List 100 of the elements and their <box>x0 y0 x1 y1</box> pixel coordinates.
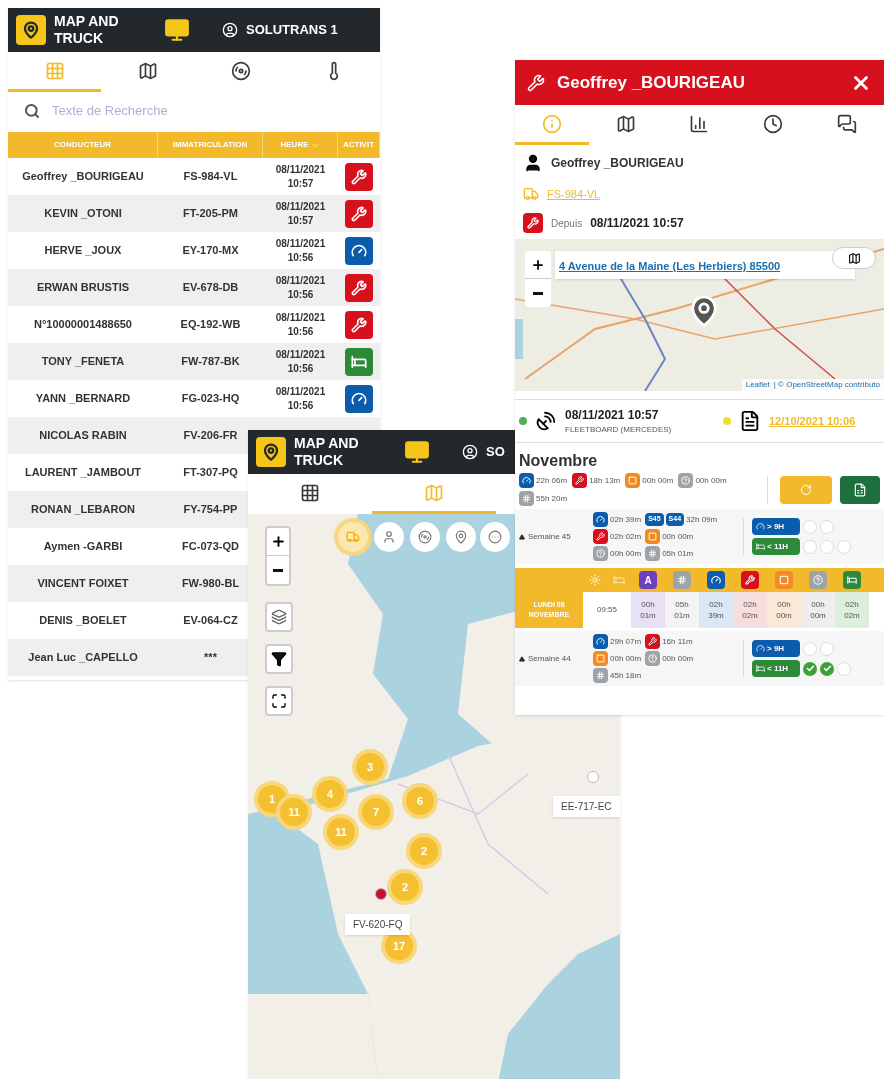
user-icon[interactable] <box>462 444 478 460</box>
wrench-icon <box>345 273 373 302</box>
duration-cell: 00h 00m <box>767 592 801 628</box>
cluster-marker[interactable]: 7 <box>362 798 390 826</box>
table-cell: 08/11/2021 10:56 <box>275 310 326 339</box>
cluster-marker[interactable]: 11 <box>327 818 355 846</box>
vehicle-label[interactable]: FV-620-FQ <box>345 914 411 935</box>
file-icon <box>739 410 761 432</box>
square-icon <box>775 571 793 589</box>
duration-text: 05h 01m <box>662 547 694 560</box>
duration-text: 55h 20m <box>536 492 568 505</box>
duration-cell: 00h 00m <box>801 592 835 628</box>
logo-icon <box>256 437 286 467</box>
plus-icon <box>270 534 286 549</box>
map-layers-button[interactable] <box>265 602 293 632</box>
table-cell-text: KEVIN _OTONI <box>43 206 123 222</box>
account-name[interactable]: SOLUTRANS 1 <box>246 20 338 40</box>
question-icon <box>593 546 608 561</box>
limit-text: > 9H <box>767 520 785 533</box>
duration-text: 18h 13m <box>589 474 621 487</box>
disc-icon <box>230 60 251 81</box>
hash-icon <box>673 571 691 589</box>
duration-text: 02h 02m <box>610 530 642 543</box>
duration-text: 00h 00m <box>662 652 694 665</box>
table-cell: 08/11/2021 10:56 <box>275 273 326 302</box>
cluster-marker[interactable]: 3 <box>356 753 384 781</box>
minus-icon <box>273 568 283 572</box>
logo-icon <box>16 15 46 45</box>
wrench-icon <box>572 473 588 488</box>
table-cell-text: *** <box>203 650 218 666</box>
bed-icon <box>613 574 625 586</box>
duration-text: 00h 00m <box>695 474 727 487</box>
week-label[interactable]: Semaine 44 <box>528 652 571 665</box>
since-date: 08/11/2021 10:57 <box>590 215 684 232</box>
duration-text: 00h 00m <box>662 530 694 543</box>
bed-icon <box>756 542 765 551</box>
fullscreen-button[interactable] <box>265 686 293 716</box>
map-icon <box>615 113 636 134</box>
wrench-icon <box>345 162 373 191</box>
limit-text: < 11H <box>767 662 789 675</box>
duration-text: 16h 11m <box>662 635 693 648</box>
table-cell-text: DENIS _BOELET <box>38 613 128 629</box>
gauge-icon <box>519 473 534 488</box>
cluster-marker[interactable]: 4 <box>316 780 344 808</box>
monitor-icon[interactable] <box>404 439 430 465</box>
table-cell-text: FY-754-PP <box>182 502 239 518</box>
duration-text: 29h 07m <box>610 635 642 648</box>
table-cell-text: RONAN _LEBARON <box>30 502 136 518</box>
search-icon[interactable] <box>24 103 40 119</box>
excel-export-button[interactable] <box>840 475 880 504</box>
table-cell-text: EY-170-MX <box>181 243 240 259</box>
cluster-marker[interactable]: 2 <box>391 873 419 901</box>
gauge-icon <box>756 522 765 531</box>
caret-icon[interactable] <box>519 655 525 662</box>
bar-chart-icon <box>689 113 710 134</box>
sun-icon <box>589 574 601 586</box>
duration-cell: 02h 02m <box>733 592 767 628</box>
cluster-marker[interactable]: 2 <box>410 837 438 865</box>
duration-cell: 00h 01m <box>631 592 665 628</box>
table-icon <box>44 60 65 81</box>
duration-text: 32h 09m <box>686 513 718 526</box>
question-icon <box>645 651 661 666</box>
search-field[interactable]: Texte de Recherche <box>52 101 364 121</box>
monitor-icon[interactable] <box>164 17 190 43</box>
gauge-icon <box>593 512 608 527</box>
vehicle-label[interactable]: EE-717-EC <box>553 796 620 817</box>
wrench-icon <box>741 571 759 589</box>
bed-icon <box>756 664 765 673</box>
cluster-marker[interactable]: 6 <box>406 787 434 815</box>
week-label[interactable]: Semaine 45 <box>528 530 571 543</box>
wrench-icon <box>345 310 373 339</box>
table-cell: 08/11/2021 10:57 <box>275 162 326 191</box>
disc-icon <box>418 530 432 544</box>
table-cell: 08/11/2021 10:56 <box>275 347 326 376</box>
gauge-icon <box>707 571 725 589</box>
plate-link[interactable]: FS-984-VL <box>547 185 601 203</box>
table-cell-text: LAURENT _JAMBOUT <box>23 465 143 481</box>
table-cell-text: EQ-192-WB <box>179 317 242 333</box>
table-cell-text: FC-073-QD <box>181 539 240 555</box>
clock-icon <box>763 113 784 134</box>
user-icon[interactable] <box>222 22 238 38</box>
time-text: 09:55 <box>596 604 618 616</box>
caret-icon[interactable] <box>519 533 525 540</box>
amplitude-badge: A <box>639 571 657 589</box>
position-source: FLEETBOARD (MERCEDES) <box>565 424 673 436</box>
duration-cell: 05h 01m <box>665 592 699 628</box>
filter-button[interactable] <box>265 644 293 674</box>
layers-icon <box>271 609 287 625</box>
question-icon <box>678 473 694 488</box>
cluster-marker[interactable]: 11 <box>280 798 308 826</box>
map-icon <box>424 482 444 503</box>
table-icon <box>300 482 320 503</box>
duration-cell: 02h 02m <box>835 592 869 628</box>
account-name[interactable]: SO <box>486 442 505 462</box>
table-cell-text: FV-206-FR <box>182 428 239 444</box>
map-view-button[interactable] <box>832 247 876 269</box>
download-date-link[interactable]: 12/10/2021 10:06 <box>769 412 856 430</box>
table-cell-text: VINCENT FOIXET <box>36 576 130 592</box>
address-link[interactable]: 4 Avenue de la Maine (Les Herbiers) 85500 <box>559 260 781 272</box>
leaflet-link[interactable]: Leaflet <box>745 379 770 391</box>
